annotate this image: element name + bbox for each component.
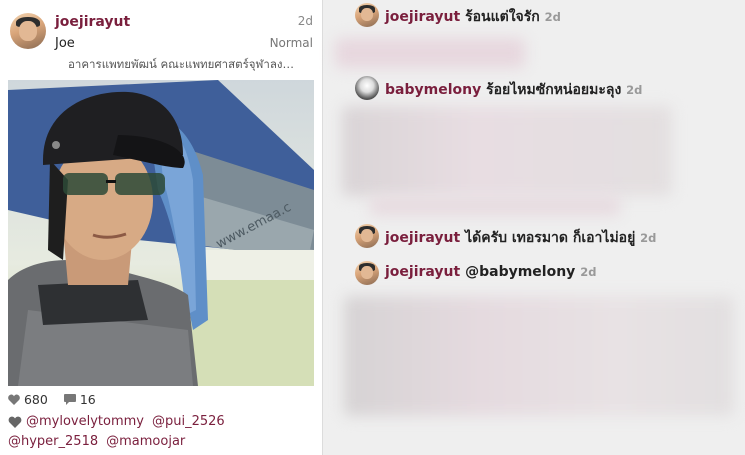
comment-icon[interactable] <box>63 394 76 405</box>
heart-icon <box>8 416 22 428</box>
blurred-comment-content <box>344 296 734 416</box>
comment-item: joejirayut ร้อนแต่ใจรัก 2d <box>355 3 735 27</box>
comment-time: 2d <box>544 10 561 24</box>
blurred-comment-content <box>370 196 620 216</box>
blurred-comment-content <box>342 106 672 196</box>
commenter-avatar[interactable] <box>355 224 379 248</box>
comment-item: joejirayut ได้ครับ เทอรมาด ก็เอาไม่อยู่ … <box>355 224 735 248</box>
post-location[interactable]: อาคารแพทยพัฒน์ คณะแพทยศาสตร์จุฬาลง… <box>55 56 313 74</box>
location-text: อาคารแพทยพัฒน์ คณะแพทยศาสตร์จุฬาลง… <box>68 57 294 71</box>
photo-filter-label: Normal <box>269 36 313 50</box>
comment-time: 2d <box>640 231 657 245</box>
comments-count: 16 <box>79 392 96 407</box>
author-avatar[interactable] <box>10 13 46 49</box>
comment-time: 2d <box>580 265 597 279</box>
liker-link[interactable]: @mamoojar <box>106 434 185 449</box>
commenter-username[interactable]: joejirayut <box>385 230 460 246</box>
liker-link[interactable]: @pui_2526 <box>152 414 225 429</box>
photo-illustration: www.emaa.c <box>8 80 314 386</box>
comment-item: babymelony ร้อยไหมซักหน่อยมะลุง 2d <box>355 76 735 100</box>
likes-count: 680 <box>23 392 48 407</box>
liker-link[interactable]: @mylovelytommy <box>26 414 144 429</box>
commenter-avatar[interactable] <box>355 261 379 285</box>
comment-item: joejirayut @babymelony 2d <box>355 261 735 285</box>
comment-text: ได้ครับ เทอรมาด ก็เอาไม่อยู่ <box>465 230 636 246</box>
comment-text: @babymelony <box>465 264 576 280</box>
blurred-comment-content <box>335 38 525 68</box>
comment-text: ร้อนแต่ใจรัก <box>465 9 540 25</box>
comment-time: 2d <box>626 83 643 97</box>
likers-list: @mylovelytommy @pui_2526 @hyper_2518 @mamoo… <box>8 412 314 452</box>
post-stats: 680 16 <box>8 391 96 407</box>
heart-icon[interactable] <box>8 394 20 405</box>
commenter-username[interactable]: joejirayut <box>385 9 460 25</box>
commenter-avatar[interactable] <box>355 76 379 100</box>
post-card: joejirayut 2d Joe Normal อาคารแพทยพัฒน์ … <box>0 0 323 455</box>
post-time: 2d <box>297 14 313 28</box>
liker-link[interactable]: @hyper_2518 <box>8 434 98 449</box>
comment-text: ร้อยไหมซักหน่อยมะลุง <box>486 82 622 98</box>
author-username[interactable]: joejirayut <box>55 14 130 30</box>
comments-panel: joejirayut ร้อนแต่ใจรัก 2d babymelony ร้… <box>330 0 745 455</box>
commenter-avatar[interactable] <box>355 3 379 27</box>
commenter-username[interactable]: babymelony <box>385 82 481 98</box>
author-full-name: Joe <box>55 36 75 51</box>
commenter-username[interactable]: joejirayut <box>385 264 460 280</box>
post-photo[interactable]: www.emaa.c <box>8 80 314 386</box>
